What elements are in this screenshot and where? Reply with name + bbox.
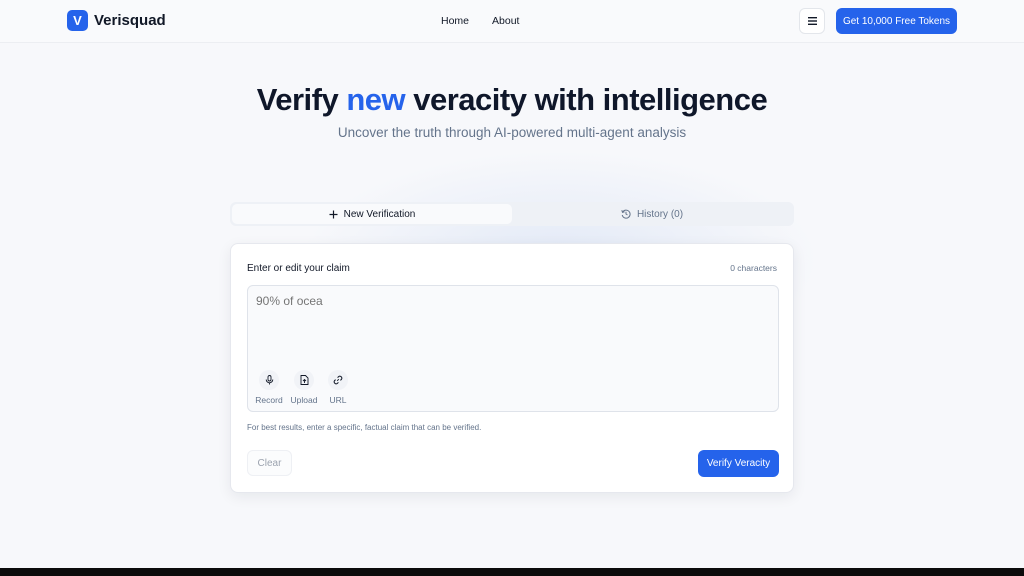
hamburger-icon bbox=[807, 17, 817, 25]
hero-title-accent: new bbox=[346, 82, 406, 117]
tab-new-verification-label: New Verification bbox=[343, 208, 416, 220]
free-tokens-button[interactable]: Get 10,000 Free Tokens bbox=[836, 8, 957, 34]
claim-input-box: Record Upload URL bbox=[247, 285, 779, 412]
url-button[interactable] bbox=[328, 370, 348, 390]
brand-logo: V bbox=[67, 10, 88, 31]
main-nav: Home About bbox=[441, 15, 519, 27]
record-label: Record bbox=[255, 395, 283, 405]
microphone-icon bbox=[265, 375, 273, 385]
claim-hint: For best results, enter a specific, fact… bbox=[247, 423, 482, 432]
top-navbar: V Verisquad Home About Get 10,000 Free T… bbox=[0, 0, 1024, 43]
upload-tool[interactable]: Upload bbox=[286, 370, 322, 405]
link-icon bbox=[333, 375, 343, 385]
file-upload-icon bbox=[300, 375, 308, 385]
record-button[interactable] bbox=[259, 370, 279, 390]
plus-icon bbox=[329, 210, 338, 218]
tab-history[interactable]: History (0) bbox=[512, 204, 792, 224]
upload-button[interactable] bbox=[294, 370, 314, 390]
record-tool[interactable]: Record bbox=[251, 370, 287, 405]
character-count: 0 characters bbox=[730, 263, 777, 273]
hero-title-start: Verify bbox=[256, 82, 347, 117]
verify-veracity-button[interactable]: Verify Veracity bbox=[698, 450, 779, 477]
tab-history-label: History (0) bbox=[636, 208, 684, 220]
brand-name: Verisquad bbox=[94, 12, 166, 29]
hero-subtitle: Uncover the truth through AI-powered mul… bbox=[337, 125, 687, 140]
claim-card: Enter or edit your claim 0 characters Re… bbox=[230, 243, 794, 493]
nav-home-link[interactable]: Home bbox=[441, 15, 469, 27]
upload-label: Upload bbox=[290, 395, 318, 405]
claim-label: Enter or edit your claim bbox=[247, 263, 350, 274]
clear-button[interactable]: Clear bbox=[247, 450, 292, 476]
verification-tabs: New Verification History (0) bbox=[230, 202, 794, 226]
nav-about-link[interactable]: About bbox=[492, 15, 519, 27]
tab-new-verification[interactable]: New Verification bbox=[232, 204, 512, 224]
hero-title-end: veracity with intelligence bbox=[405, 82, 768, 117]
brand[interactable]: V Verisquad bbox=[67, 10, 166, 31]
bottom-edge-bar bbox=[0, 568, 1024, 576]
url-label: URL bbox=[329, 395, 347, 405]
claim-textarea[interactable] bbox=[256, 294, 766, 364]
history-icon bbox=[621, 209, 631, 219]
menu-button[interactable] bbox=[799, 8, 825, 34]
hero-title: Verify new veracity with intelligence bbox=[0, 82, 1024, 118]
url-tool[interactable]: URL bbox=[320, 370, 356, 405]
